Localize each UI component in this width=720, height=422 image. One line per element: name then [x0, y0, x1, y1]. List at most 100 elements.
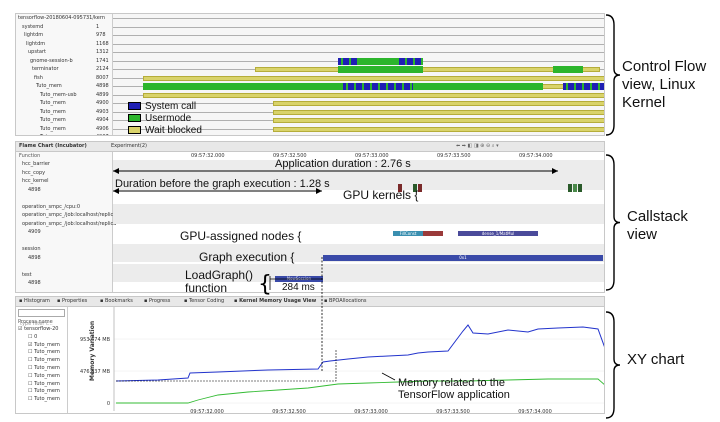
- y-tick-label: 0: [107, 401, 110, 407]
- process-label: Tuto_mem: [34, 349, 60, 356]
- toolbar-icons[interactable]: ⬅ ➡ ◧ ◨ ⊕ ⊖ ⌕ ▾: [456, 143, 499, 150]
- wait-blocked-bar: [273, 101, 604, 106]
- xy-tree: type filter t... Process name ☑ tensorfl…: [16, 307, 68, 413]
- cf-timeline-row[interactable]: [113, 48, 604, 57]
- xy-tree-row[interactable]: ☐ Tuto_mem: [16, 373, 67, 381]
- x-tick-label: 09:57:32.000: [190, 409, 224, 414]
- xy-tab[interactable]: ▪ Tensor Coding: [184, 298, 224, 305]
- cf-timeline-row[interactable]: [113, 40, 604, 49]
- wait-blocked-bar: [255, 67, 600, 72]
- control-flow-section-label: Control Flow view, Linux Kernel: [622, 58, 707, 111]
- xy-tab[interactable]: ▪ Bookmarks: [100, 298, 133, 305]
- xy-tree-row[interactable]: ☐ 0: [16, 334, 67, 342]
- node-bar[interactable]: [423, 231, 443, 236]
- xy-tab[interactable]: ▪ Histogram: [19, 298, 50, 305]
- cf-timeline-row[interactable]: [113, 91, 604, 100]
- process-name-header: Process name: [18, 319, 53, 325]
- usermode-swatch: [128, 114, 141, 123]
- fc-tree-row[interactable]: operation_smpc_/job:localhost/replica: [16, 220, 116, 229]
- fill-constant-bar[interactable]: FillConst: [393, 231, 423, 236]
- fc-tree-row[interactable]: hcc_kernel: [16, 177, 112, 186]
- cf-state-line: [113, 18, 604, 19]
- wait-blocked-bar: [273, 135, 605, 136]
- activity-segment: [338, 66, 423, 73]
- gpu-kernel-mark[interactable]: [578, 184, 582, 192]
- process-label: Tuto_mem: [34, 372, 60, 379]
- cf-timeline-row[interactable]: [113, 82, 604, 91]
- cf-timeline-row[interactable]: [113, 31, 604, 40]
- fc-time-tick: 09:57:32.000: [191, 153, 225, 159]
- xy-tree-row[interactable]: ☐ Tuto_mem: [16, 396, 67, 404]
- fc-tree-row[interactable]: 4898: [16, 279, 112, 288]
- callstack-brace: [605, 154, 621, 291]
- xy-tree-row[interactable]: ☐ Tuto_mem: [16, 388, 67, 396]
- cf-timeline-row[interactable]: [113, 65, 604, 74]
- wait-blocked-bar: [273, 126, 604, 132]
- xy-tree-row[interactable]: ☐ Tuto_mem: [16, 349, 67, 357]
- cf-timeline-row[interactable]: [113, 14, 604, 23]
- xy-tree-row[interactable]: ☐ Tuto_mem: [16, 365, 67, 373]
- legend-system-call: System call: [128, 101, 196, 113]
- tab-flame-chart[interactable]: Flame Chart (Incubator): [19, 143, 87, 150]
- xy-tab[interactable]: ▪ Progress: [144, 298, 170, 305]
- xy-tree-row[interactable]: ☑ tensorflow-20: [16, 326, 67, 334]
- function-label: function: [185, 281, 228, 295]
- cf-timeline-row[interactable]: [113, 23, 604, 32]
- wait-blocked-swatch: [128, 126, 141, 135]
- control-flow-brace: [605, 14, 621, 136]
- activity-segment: [343, 83, 413, 90]
- process-label: Tuto_mem: [34, 357, 60, 364]
- xy-chart-panel: ▪ Histogram ▪ Properties ▪ Bookmarks ▪ Prog…: [15, 296, 605, 414]
- wait-blocked-bar: [143, 92, 604, 98]
- legend-usermode: Usermode: [128, 113, 191, 125]
- process-label: Tuto_mem: [34, 364, 60, 371]
- fc-time-tick: 09:57:33.500: [437, 153, 471, 159]
- memory-label-1: Memory related to the: [398, 377, 505, 389]
- fc-tree-row[interactable]: [16, 262, 112, 271]
- memory-chart[interactable]: 953.674 MB476.837 MB0Memory Variation09:…: [68, 307, 605, 414]
- cf-state-line: [113, 43, 604, 45]
- fc-tree-row[interactable]: [16, 194, 112, 203]
- callstack-section-label: Callstack view: [627, 208, 688, 243]
- gpu-kernel-mark[interactable]: [573, 184, 577, 192]
- fc-tree-row[interactable]: 4898: [16, 186, 112, 195]
- control-flow-timeline[interactable]: [16, 14, 604, 135]
- duration-before-label: Duration before the graph execution : 1.…: [115, 178, 330, 190]
- memory-label-2: TensorFlow application: [398, 389, 510, 401]
- cf-state-line: [113, 26, 604, 28]
- fc-tree-row[interactable]: session: [16, 245, 112, 254]
- fc-tree-row[interactable]: 4909: [16, 228, 112, 237]
- dense-bar[interactable]: dense_1/MatMul: [458, 231, 538, 236]
- fc-tree-row[interactable]: operation_smpc_/cpu:0: [16, 203, 112, 212]
- function-column-header: Function: [19, 153, 41, 159]
- process-label: Tuto_mem: [34, 388, 60, 395]
- fc-tree-row[interactable]: operation_smpc_/job:localhost/replica: [16, 211, 116, 220]
- gpu-kernel-mark[interactable]: [418, 184, 422, 192]
- process-label: Tuto_mem: [34, 396, 60, 403]
- wait-blocked-bar: [143, 75, 604, 81]
- xy-tree-row[interactable]: ☑ Tuto_mem: [16, 342, 67, 350]
- cf-state-line: [113, 35, 604, 36]
- activity-segment: [553, 66, 583, 73]
- legend-wait-blocked: Wait blocked: [128, 125, 202, 135]
- fc-tree-row[interactable]: [16, 237, 112, 246]
- cf-timeline-row[interactable]: [113, 57, 604, 66]
- tab-experiment[interactable]: Experiment(2): [111, 143, 147, 150]
- gpu-kernel-mark[interactable]: [568, 184, 572, 192]
- filter-input[interactable]: type filter t...: [18, 309, 65, 327]
- fc-tree-row[interactable]: 4898: [16, 254, 112, 263]
- xy-tab[interactable]: ▪ BPOAllocations: [324, 298, 367, 305]
- fc-tree-row[interactable]: test: [16, 271, 112, 280]
- flame-chart-tree: hcc_barrier hcc_copy hcc_kernel 4898 operati…: [16, 152, 116, 292]
- xy-tree-row[interactable]: ☐ Tuto_mem: [16, 381, 67, 389]
- app-duration-label: Application duration : 2.76 s: [275, 158, 411, 170]
- xy-tab[interactable]: ▪ Kernel Memory Usage View: [234, 298, 316, 305]
- xy-tree-row[interactable]: ☐ Tuto_mem: [16, 357, 67, 365]
- graph-exec-bar[interactable]: 0x1: [323, 255, 603, 261]
- fc-tree-row[interactable]: hcc_barrier: [16, 160, 112, 169]
- xy-section-label: XY chart: [627, 351, 685, 368]
- cf-timeline-row[interactable]: [113, 74, 604, 83]
- fc-tree-row[interactable]: hcc_copy: [16, 169, 112, 178]
- xy-tab[interactable]: ▪ Properties: [57, 298, 87, 305]
- wait-blocked-bar: [273, 109, 604, 115]
